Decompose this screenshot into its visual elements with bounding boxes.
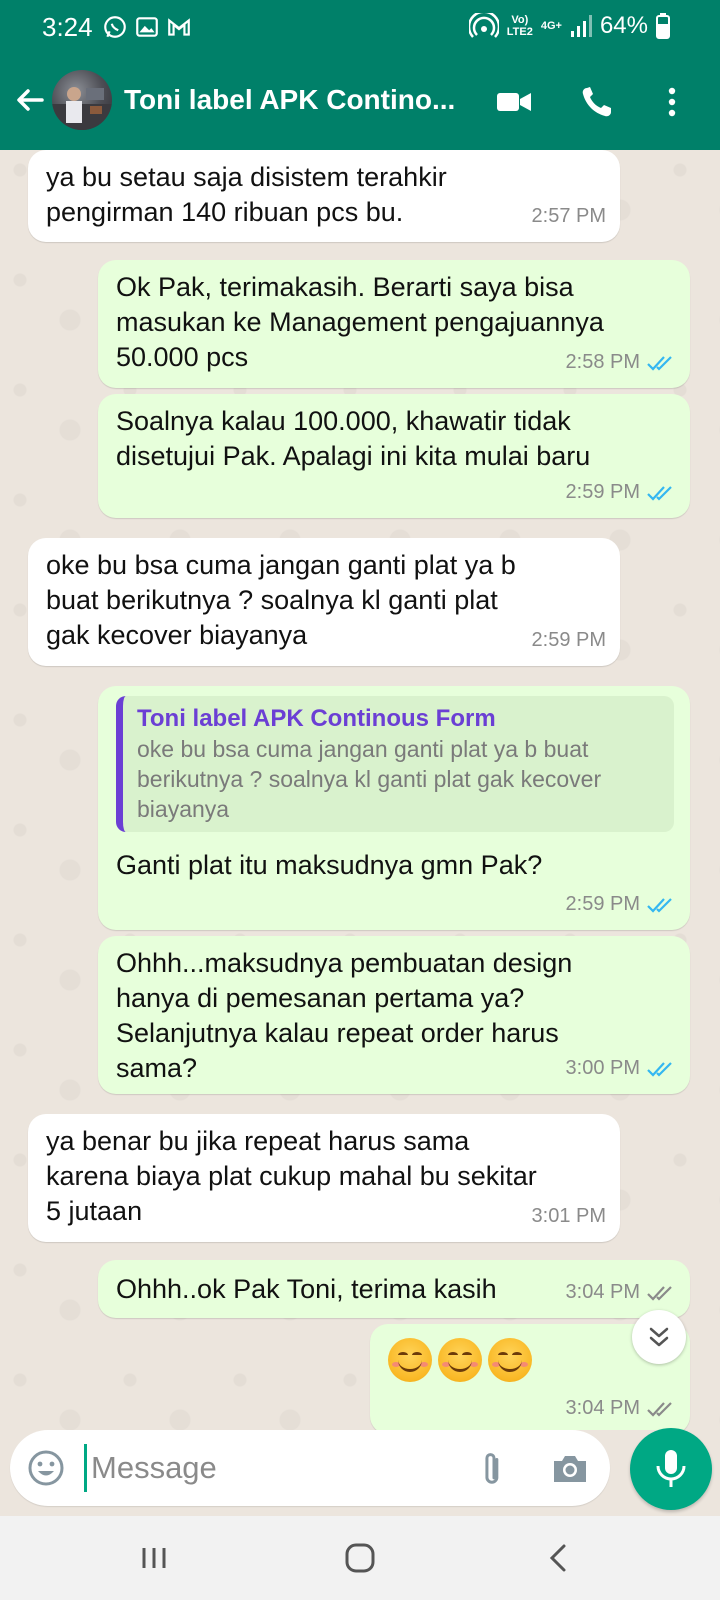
- message-time: 2:57 PM: [531, 205, 606, 227]
- home-icon[interactable]: [338, 1536, 382, 1580]
- double-chevron-down-icon: [649, 1327, 669, 1347]
- message-incoming[interactable]: ya bu setau saja disistem terahkir pengi…: [28, 150, 620, 242]
- smiling-face-emoji: [488, 1338, 532, 1382]
- message-time: 2:59 PM: [565, 893, 640, 915]
- recent-apps-icon[interactable]: [132, 1536, 176, 1580]
- message-meta: 3:00 PM: [566, 1051, 676, 1086]
- message-incoming[interactable]: oke bu bsa cuma jangan ganti plat ya b b…: [28, 538, 620, 666]
- back-arrow-icon[interactable]: [10, 80, 50, 120]
- message-outgoing[interactable]: Ok Pak, terimakasih. Berarti saya bisa m…: [98, 260, 690, 388]
- message-text: ya bu setau saja disistem terahkir pengi…: [46, 162, 447, 227]
- signal-icon: [570, 15, 592, 37]
- delivered-receipt-icon: [647, 1285, 672, 1301]
- read-receipt-icon: [647, 1061, 672, 1077]
- voice-call-icon[interactable]: [578, 82, 618, 122]
- read-receipt-icon: [647, 897, 672, 913]
- message-outgoing-reply[interactable]: Toni label APK Continous Form oke bu bsa…: [98, 686, 690, 930]
- contact-avatar[interactable]: [52, 70, 112, 130]
- camera-icon[interactable]: [550, 1448, 590, 1488]
- gallery-notification-icon: [136, 17, 158, 37]
- notification-icons: [102, 14, 192, 40]
- smiling-face-emoji: [388, 1338, 432, 1382]
- message-text: Ganti plat itu maksudnya gmn Pak?: [116, 850, 543, 880]
- chat-toolbar: Toni label APK Contino...: [0, 56, 720, 150]
- scroll-to-bottom-button[interactable]: [632, 1310, 686, 1364]
- status-right: Vo) LTE2 4G+ 64%: [468, 12, 670, 40]
- message-time: 2:59 PM: [531, 629, 606, 651]
- message-input[interactable]: [84, 1444, 444, 1492]
- message-time: 3:04 PM: [565, 1281, 640, 1303]
- voice-message-button[interactable]: [630, 1428, 712, 1510]
- delivered-receipt-icon: [647, 1401, 672, 1417]
- message-meta: 3:04 PM: [566, 1391, 676, 1426]
- microphone-icon: [656, 1450, 686, 1487]
- message-time: 3:01 PM: [531, 1205, 606, 1227]
- message-text: ya benar bu jika repeat harus sama karen…: [46, 1126, 537, 1226]
- contact-name[interactable]: Toni label APK Contino...: [124, 84, 474, 116]
- quoted-sender: Toni label APK Continous Form: [137, 705, 496, 732]
- message-meta: 2:59 PM: [566, 887, 676, 922]
- status-bar: 3:24 Vo) LTE2 4G+ 64%: [0, 0, 720, 56]
- message-composer[interactable]: [10, 1430, 610, 1506]
- back-nav-icon[interactable]: [538, 1536, 582, 1580]
- system-navigation-bar: [0, 1516, 720, 1600]
- message-meta: 3:04 PM: [566, 1275, 676, 1310]
- message-text: Soalnya kalau 100.000, khawatir tidak di…: [116, 406, 591, 471]
- message-text: oke bu bsa cuma jangan ganti plat ya b b…: [46, 550, 516, 650]
- message-meta: 2:59 PM: [566, 475, 676, 510]
- message-meta: 2:57 PM: [532, 199, 606, 234]
- message-outgoing[interactable]: Ohhh..ok Pak Toni, terima kasih 3:04 PM: [98, 1260, 690, 1318]
- message-time: 2:58 PM: [565, 351, 640, 373]
- message-meta: 2:59 PM: [532, 623, 606, 658]
- battery-percent: 64%: [599, 12, 648, 39]
- gmail-notification-icon: [168, 18, 190, 36]
- network-type: 4G+: [540, 20, 562, 32]
- read-receipt-icon: [647, 355, 672, 371]
- avatar-photo: [52, 87, 112, 130]
- volte-label: Vo): [511, 14, 529, 26]
- chat-area[interactable]: ya bu setau saja disistem terahkir pengi…: [0, 150, 720, 1430]
- quoted-text: oke bu bsa cuma jangan ganti plat ya b b…: [137, 736, 602, 822]
- read-receipt-icon: [647, 485, 672, 501]
- lte-label: LTE2: [506, 26, 533, 38]
- emoji-icon[interactable]: [26, 1448, 66, 1488]
- video-call-icon[interactable]: [494, 82, 534, 122]
- message-outgoing[interactable]: Ohhh...maksudnya pembuatan design hanya …: [98, 936, 690, 1094]
- battery-icon: [656, 13, 670, 39]
- whatsapp-notification-icon: [104, 16, 126, 38]
- composer-bar: [0, 1428, 720, 1516]
- app-bar: 3:24 Vo) LTE2 4G+ 64% Toni label APK Con…: [0, 0, 720, 150]
- more-options-icon[interactable]: [652, 82, 692, 122]
- message-meta: 3:01 PM: [532, 1199, 606, 1234]
- message-incoming[interactable]: ya benar bu jika repeat harus sama karen…: [28, 1114, 620, 1242]
- message-outgoing[interactable]: Soalnya kalau 100.000, khawatir tidak di…: [98, 394, 690, 518]
- quoted-message[interactable]: Toni label APK Continous Form oke bu bsa…: [116, 696, 674, 832]
- message-time: 3:04 PM: [565, 1397, 640, 1419]
- message-time: 3:00 PM: [565, 1057, 640, 1079]
- status-time: 3:24: [42, 12, 93, 42]
- attachment-icon[interactable]: [474, 1448, 514, 1488]
- hotspot-icon: [468, 13, 499, 38]
- volte-indicator: Vo) LTE2: [507, 14, 533, 38]
- message-meta: 2:58 PM: [566, 345, 676, 380]
- smiling-face-emoji: [438, 1338, 482, 1382]
- message-time: 2:59 PM: [565, 481, 640, 503]
